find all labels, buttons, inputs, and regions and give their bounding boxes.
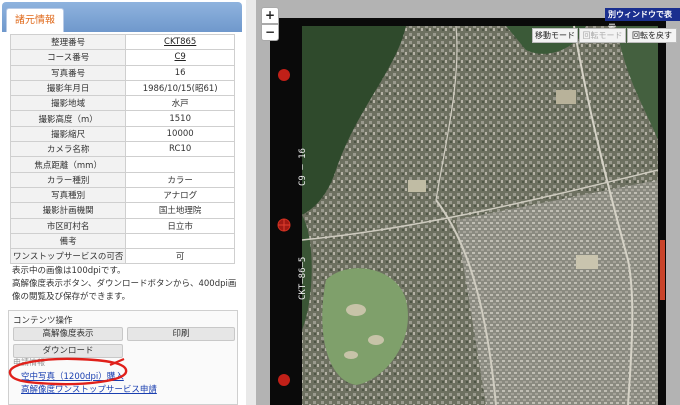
table-row: 写真種別 アナログ (9, 186, 235, 204)
row-key: 撮影計画機関 (9, 202, 127, 219)
tab-bar: 諸元情報 (2, 2, 242, 32)
row-value: カラー (125, 171, 235, 188)
table-row: 撮影地域 水戸 (9, 95, 235, 112)
info-panel: 諸元情報 整理番号 CKT865 コース番号 C9 写真番号 16 撮影年月日 1986/10… (0, 0, 245, 405)
row-value: 10000 (125, 125, 235, 143)
row-key: 市区町村名 (9, 217, 127, 234)
high-resolution-button[interactable]: 高解像度表示 (13, 327, 123, 341)
note-line-1: 表示中の画像は100dpiです。 (12, 266, 126, 276)
film-id-label: CKT—86—5 (298, 256, 308, 300)
row-key: 写真番号 (9, 64, 127, 81)
table-row: 撮影計画機関 国土地理院 (9, 202, 235, 219)
row-key: カメラ名称 (9, 141, 127, 158)
row-value (125, 156, 235, 173)
row-key: ワンストップサービスの可否 (9, 248, 127, 265)
contents-operations-box: コンテンツ操作 高解像度表示 印刷 ダウンロード 申請情報 空中写真（1200d… (8, 310, 238, 405)
table-row: カラー種別 カラー (9, 171, 235, 188)
row-value: 水戸 (125, 95, 235, 112)
download-button[interactable]: ダウンロード (13, 344, 123, 358)
aerial-photo (270, 18, 666, 405)
row-key: 撮影年月日 (9, 79, 127, 97)
row-value: 16 (125, 64, 235, 81)
move-mode-button[interactable]: 移動モード (532, 28, 578, 43)
onestop-service-link[interactable]: 高解像度ワンストップサービス申請 (21, 383, 157, 395)
row-value[interactable]: CKT865 (125, 33, 235, 51)
row-key: 焦点距離（mm） (9, 156, 127, 173)
panel-divider[interactable] (246, 0, 256, 405)
table-row: コース番号 C9 (9, 49, 235, 66)
apply-info-label: 申請情報 (13, 358, 45, 367)
open-new-window-button[interactable]: 別ウィンドウで表示 (605, 8, 680, 32)
table-row: 市区町村名 日立市 (9, 217, 235, 234)
table-row: 撮影高度（m） 1510 (9, 110, 235, 127)
row-value: 日立市 (125, 217, 235, 234)
table-row: 整理番号 CKT865 (9, 33, 235, 51)
print-button[interactable]: 印刷 (127, 327, 235, 341)
zoom-in-button[interactable]: + (261, 7, 279, 24)
table-row: 焦点距離（mm） (9, 156, 235, 173)
table-row: カメラ名称 RC10 (9, 141, 235, 158)
row-key: コース番号 (9, 49, 127, 66)
row-key: 備考 (9, 232, 127, 250)
table-row: 撮影縮尺 10000 (9, 125, 235, 143)
row-key: 写真種別 (9, 186, 127, 204)
specifications-table: 整理番号 CKT865 コース番号 C9 写真番号 16 撮影年月日 1986/10/15(昭… (9, 33, 235, 265)
film-course-label: C9 — 16 (298, 148, 308, 186)
rotate-mode-button[interactable]: 回転モード (579, 28, 626, 43)
buy-aerial-photo-link[interactable]: 空中写真（1200dpi）購入 (21, 370, 124, 382)
row-value: 1510 (125, 110, 235, 127)
zoom-out-button[interactable]: − (261, 24, 279, 41)
row-key: 撮影縮尺 (9, 125, 127, 143)
photo-viewer[interactable]: C9 — 16 CKT—86—5 + − 別ウィンドウで表示 移動モード 回転モ… (256, 0, 680, 405)
row-key: カラー種別 (9, 171, 127, 188)
row-value[interactable]: C9 (125, 49, 235, 66)
row-value: RC10 (125, 141, 235, 158)
row-value (125, 232, 235, 250)
row-value: アナログ (125, 186, 235, 204)
table-row: 備考 (9, 232, 235, 250)
tab-specifications[interactable]: 諸元情報 (6, 8, 64, 32)
table-row: 写真番号 16 (9, 64, 235, 81)
note-line-2: 高解像度表示ボタン、ダウンロードボタンから、400dpi画像の閲覧及び保存ができ… (12, 279, 237, 302)
table-row: ワンストップサービスの可否可 (9, 248, 235, 265)
row-key: 整理番号 (9, 33, 127, 51)
reset-rotation-button[interactable]: 回転を戻す (627, 28, 677, 43)
row-value: 国土地理院 (125, 202, 235, 219)
row-key: 撮影高度（m） (9, 110, 127, 127)
resolution-note: 表示中の画像は100dpiです。 高解像度表示ボタン、ダウンロードボタンから、4… (12, 265, 240, 304)
row-value: 可 (125, 248, 235, 265)
contents-title: コンテンツ操作 (13, 316, 73, 326)
table-row: 撮影年月日 1986/10/15(昭61) (9, 79, 235, 97)
row-value: 1986/10/15(昭61) (125, 79, 235, 97)
row-key: 撮影地域 (9, 95, 127, 112)
